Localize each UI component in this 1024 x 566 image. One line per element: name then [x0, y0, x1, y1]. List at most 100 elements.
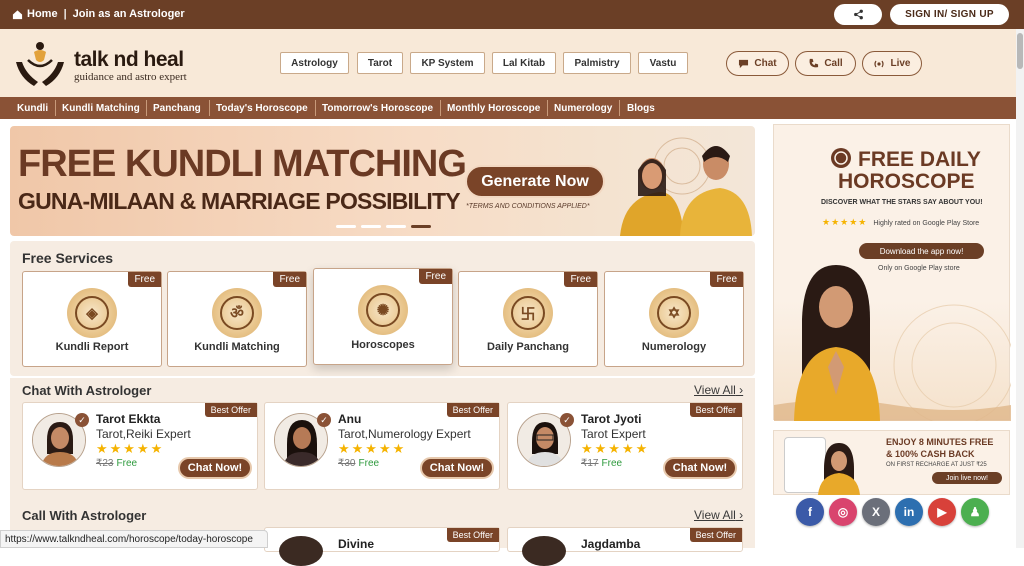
chat-action-label: Chat — [754, 58, 777, 69]
service-numerology[interactable]: Free ✡ Numerology — [604, 271, 744, 367]
promo-banner[interactable]: FREE KUNDLI MATCHING GUNA-MILAAN & MARRI… — [10, 126, 755, 236]
call-view-all-link[interactable]: View All › — [694, 508, 743, 522]
free-label: Free — [358, 458, 380, 469]
free-badge: Free — [710, 272, 743, 287]
chat-now-button[interactable]: Chat Now! — [420, 457, 494, 479]
service-kundli-report[interactable]: Free ◈ Kundli Report — [22, 271, 162, 367]
nav-kundli-matching[interactable]: Kundli Matching — [62, 97, 140, 119]
pill-astrology[interactable]: Astrology — [280, 52, 349, 74]
couple-illustration — [620, 137, 752, 236]
best-offer-badge: Best Offer — [204, 403, 257, 417]
nav-panchang[interactable]: Panchang — [153, 97, 201, 119]
pill-vastu[interactable]: Vastu — [638, 52, 688, 74]
avatar — [279, 536, 323, 566]
android-icon[interactable]: ♟ — [961, 498, 989, 526]
join-astrologer-link[interactable]: Join as an Astrologer — [73, 8, 185, 20]
astrologer-card[interactable]: Best Offer ✓ Tarot Ekkta Tarot,Reiki Exp… — [22, 402, 258, 490]
top-bar: Home | Join as an Astrologer SIGN IN/ SI… — [0, 0, 1024, 29]
join-live-button[interactable]: Join live now! — [932, 472, 1002, 484]
phone-icon — [809, 58, 819, 68]
nav-blogs[interactable]: Blogs — [627, 97, 655, 119]
chat-view-all-link[interactable]: View All › — [694, 383, 743, 397]
price: ₹23 Free — [96, 458, 137, 469]
nav-numerology[interactable]: Numerology — [554, 97, 612, 119]
daily-horoscope-ad[interactable]: FREE DAILY HOROSCOPE DISCOVER WHAT THE S… — [773, 124, 1011, 421]
view-all-label: View All — [694, 508, 736, 522]
best-offer-badge: Best Offer — [689, 403, 742, 417]
main-nav: Kundli Kundli Matching Panchang Today's … — [0, 97, 1024, 119]
ad2-line3: ON FIRST RECHARGE AT JUST ₹25 — [886, 462, 987, 468]
chat-now-button[interactable]: Chat Now! — [178, 457, 252, 479]
pill-kp-system[interactable]: KP System — [410, 52, 485, 74]
nav-divider — [440, 100, 441, 116]
old-price: ₹23 — [96, 458, 114, 469]
rating-stars: ★★★★★ — [581, 441, 650, 456]
pill-lal-kitab[interactable]: Lal Kitab — [492, 52, 556, 74]
page-scrollbar[interactable] — [1016, 29, 1024, 548]
call-astrologer-card[interactable]: Best Offer Jagdamba — [507, 527, 743, 566]
astrologer-card[interactable]: Best Offer ✓ Tarot Jyoti Tarot Expert ★★… — [507, 402, 743, 490]
nav-tomorrows-horoscope[interactable]: Tomorrow's Horoscope — [322, 97, 433, 119]
pill-palmistry[interactable]: Palmistry — [563, 52, 631, 74]
carousel-dots[interactable] — [336, 225, 431, 228]
free-label: Free — [601, 458, 623, 469]
logo-text: talk nd heal — [74, 48, 184, 71]
banner-subtitle: GUNA-MILAAN & MARRIAGE POSSIBILITY — [18, 188, 461, 214]
share-button[interactable] — [834, 4, 882, 25]
logo-tagline: guidance and astro expert — [74, 71, 187, 83]
carousel-dot[interactable] — [336, 225, 356, 228]
x-twitter-icon[interactable]: X — [862, 498, 890, 526]
carousel-dot-active[interactable] — [411, 225, 431, 228]
service-horoscopes[interactable]: Free ✺ Horoscopes — [313, 268, 453, 365]
astrologer-card[interactable]: Best Offer ✓ Anu Tarot,Numerology Expert… — [264, 402, 500, 490]
rating-text: Highly rated on Google Play Store — [873, 220, 980, 227]
free-badge: Free — [273, 272, 306, 287]
verified-icon: ✓ — [75, 413, 89, 427]
nav-divider — [547, 100, 548, 116]
carousel-dot[interactable] — [386, 225, 406, 228]
link-status-bar: https://www.talkndheal.com/horoscope/tod… — [0, 530, 268, 548]
nav-divider — [315, 100, 316, 116]
astrologer-name: Tarot Ekkta — [96, 412, 161, 426]
generate-now-button[interactable]: Generate Now — [465, 165, 605, 198]
chat-bubble-icon — [739, 59, 749, 68]
linkedin-icon[interactable]: in — [895, 498, 923, 526]
service-label: Horoscopes — [351, 339, 415, 351]
swastika-icon: 卐 — [503, 288, 553, 338]
nav-kundli[interactable]: Kundli — [17, 97, 48, 119]
chat-now-button[interactable]: Chat Now! — [663, 457, 737, 479]
best-offer-badge: Best Offer — [446, 528, 499, 542]
service-label: Daily Panchang — [487, 341, 569, 353]
service-label: Numerology — [641, 341, 707, 353]
best-offer-badge: Best Offer — [689, 528, 742, 542]
astrologer-specialty: Tarot,Numerology Expert — [338, 427, 471, 441]
call-astrologer-card[interactable]: Best Offer Divine — [264, 527, 500, 566]
breadcrumb: Home | Join as an Astrologer — [12, 8, 185, 20]
avatar — [522, 536, 566, 566]
nav-monthly-horoscope[interactable]: Monthly Horoscope — [447, 97, 540, 119]
cashback-ad[interactable]: ENJOY 8 MINUTES FREE & 100% CASH BACK ON… — [773, 430, 1010, 495]
home-link[interactable]: Home — [27, 8, 58, 20]
call-action-button[interactable]: Call — [795, 51, 856, 76]
ad-rating: ★★★★★ Highly rated on Google Play Store — [822, 217, 979, 228]
verified-icon: ✓ — [560, 413, 574, 427]
sign-in-button[interactable]: SIGN IN/ SIGN UP — [890, 4, 1009, 25]
service-daily-panchang[interactable]: Free 卐 Daily Panchang — [458, 271, 598, 367]
chat-action-button[interactable]: Chat — [726, 51, 789, 76]
youtube-icon[interactable]: ▶ — [928, 498, 956, 526]
astrologer-name: Jagdamba — [581, 537, 641, 551]
astrologer-name: Anu — [338, 412, 362, 426]
call-section-title: Call With Astrologer — [22, 508, 147, 523]
instagram-icon[interactable]: ◎ — [829, 498, 857, 526]
pill-tarot[interactable]: Tarot — [357, 52, 403, 74]
logo[interactable]: talk nd heal guidance and astro expert — [12, 38, 187, 94]
service-kundli-matching[interactable]: Free ॐ Kundli Matching — [167, 271, 307, 367]
scrollbar-thumb[interactable] — [1017, 33, 1023, 69]
nav-todays-horoscope[interactable]: Today's Horoscope — [216, 97, 308, 119]
carousel-dot[interactable] — [361, 225, 381, 228]
live-action-button[interactable]: Live — [862, 51, 922, 76]
zodiac-head-icon — [831, 148, 851, 168]
share-icon — [853, 9, 863, 20]
facebook-icon[interactable]: f — [796, 498, 824, 526]
service-label: Kundli Matching — [194, 341, 280, 353]
